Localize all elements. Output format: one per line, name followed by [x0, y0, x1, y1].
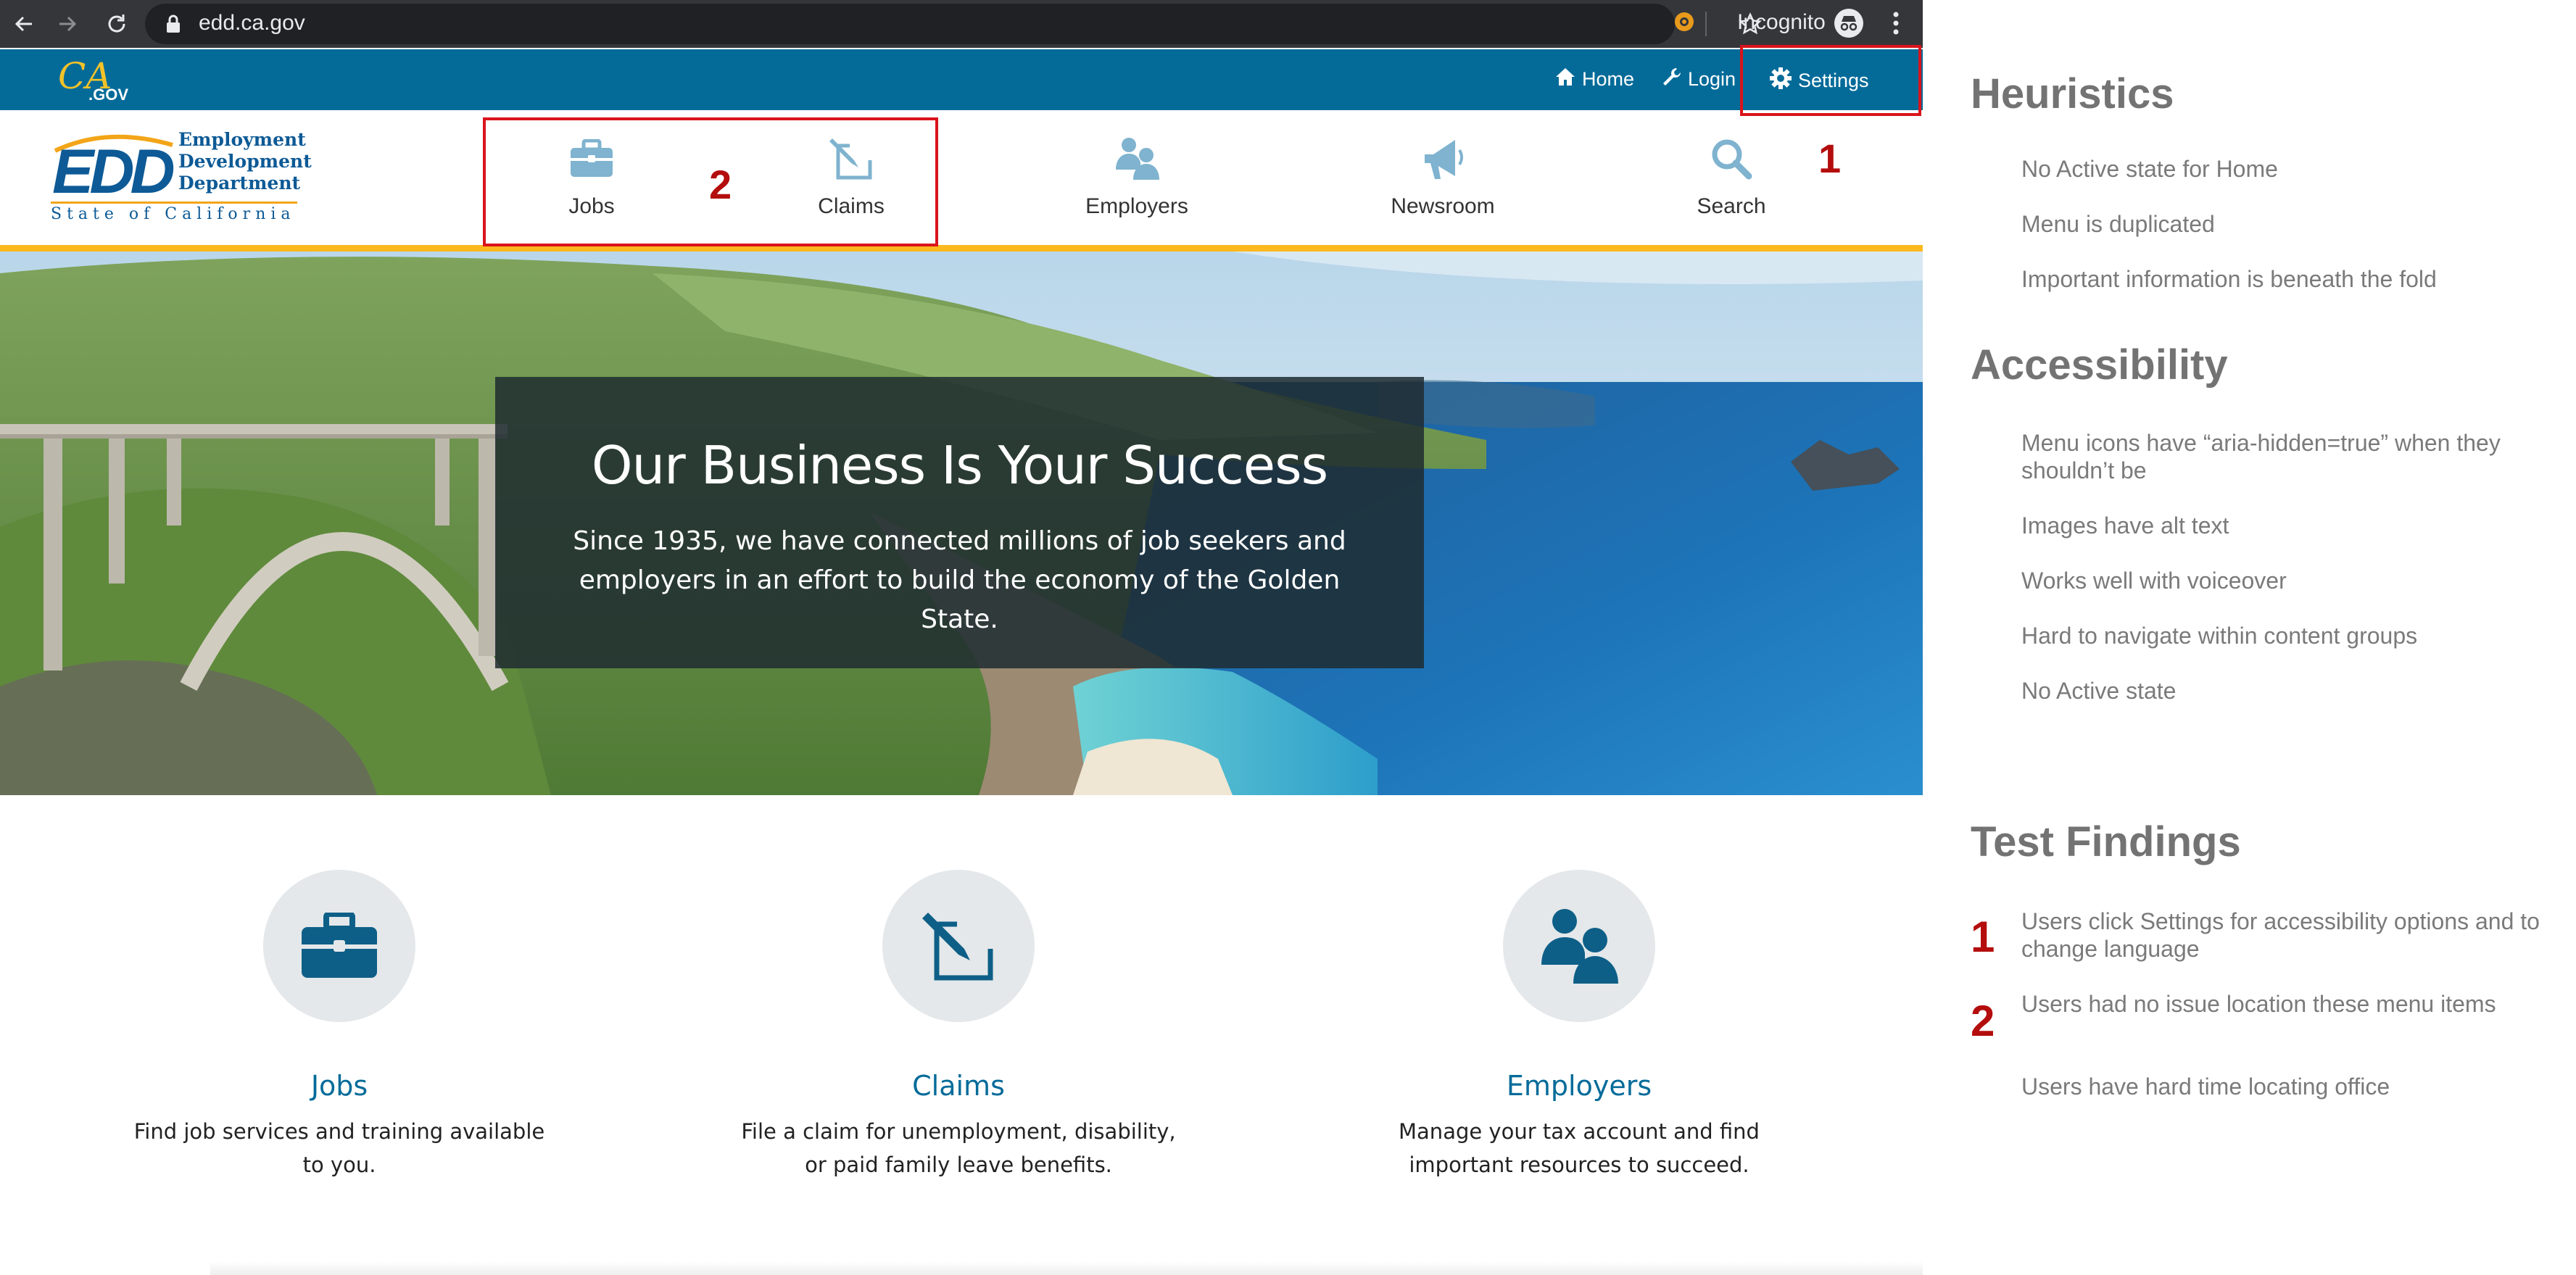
url-text: edd.ca.gov — [199, 11, 305, 35]
people-icon — [1503, 870, 1655, 1022]
card-employers[interactable]: Employers Manage your tax account and fi… — [1347, 870, 1811, 1181]
finding-number: 2 — [1971, 997, 1995, 1045]
annotation-marker-1: 1 — [1818, 136, 1842, 181]
card-jobs[interactable]: Jobs Find job services and training avai… — [107, 870, 571, 1181]
forward-icon[interactable] — [49, 6, 86, 42]
nav-item-newsroom[interactable]: Newsroom — [1370, 133, 1515, 228]
finding-item: Users had no issue location these menu i… — [2021, 991, 2496, 1017]
heuristics-item: No Active state for Home — [2021, 156, 2278, 182]
heuristics-item: Menu is duplicated — [2021, 211, 2215, 237]
heuristics-heading: Heuristics — [1971, 70, 2174, 117]
header-accent-line — [0, 245, 1923, 252]
card-title-jobs[interactable]: Jobs — [107, 1070, 571, 1102]
svg-text:EDD: EDD — [52, 137, 173, 202]
annotation-box-settings — [1740, 45, 1921, 116]
finding-item: Users click Settings for accessibility o… — [2021, 908, 2540, 962]
nav-label-search: Search — [1697, 194, 1766, 218]
annotation-marker-2: 2 — [709, 162, 732, 207]
people-icon — [1111, 133, 1162, 184]
edd-logo[interactable]: EDD Employment Development Department St… — [49, 129, 312, 225]
card-text-claims: File a claim for unemployment, disabilit… — [741, 1119, 1176, 1177]
login-link-label: Login — [1688, 68, 1736, 90]
browser-toolbar: edd.ca.gov Incognito — [0, 0, 1923, 48]
incognito-icon[interactable] — [1834, 9, 1863, 38]
card-claims[interactable]: Claims File a claim for unemployment, di… — [726, 870, 1190, 1181]
logo-state: State of California — [51, 202, 297, 223]
card-title-employers[interactable]: Employers — [1347, 1070, 1811, 1102]
finding-item: Users have hard time locating office — [2021, 1073, 2390, 1100]
svg-text:.GOV: .GOV — [88, 86, 128, 104]
hero-banner: Our Business Is Your Success Since 1935,… — [0, 252, 1923, 795]
extension-icon[interactable] — [1672, 9, 1697, 38]
finding-number: 1 — [1971, 913, 1995, 961]
nav-item-search[interactable]: Search — [1659, 133, 1804, 228]
search-icon — [1706, 133, 1757, 184]
accessibility-item: Menu icons have “aria-hidden=true” when … — [2021, 430, 2501, 483]
ca-gov-logo[interactable]: CA .GOV — [57, 55, 129, 104]
browser-menu-icon[interactable] — [1885, 9, 1907, 38]
hero-text: Since 1935, we have connected millions o… — [573, 526, 1346, 634]
pencil-square-icon — [882, 870, 1035, 1022]
logo-line-2: Development — [178, 151, 312, 172]
home-icon — [1554, 67, 1576, 92]
card-text-employers: Manage your tax account and find importa… — [1399, 1119, 1760, 1177]
address-bar[interactable]: edd.ca.gov — [145, 4, 1762, 44]
logo-line-3: Department — [178, 173, 301, 194]
hero-caption: Our Business Is Your Success Since 1935,… — [495, 377, 1424, 668]
hero-title: Our Business Is Your Success — [591, 435, 1328, 496]
nav-label-newsroom: Newsroom — [1391, 194, 1495, 218]
heuristics-item: Important information is beneath the fol… — [2021, 266, 2437, 292]
toolbar-divider — [1705, 12, 1707, 36]
accessibility-item: No Active state — [2021, 678, 2177, 704]
megaphone-icon — [1417, 133, 1468, 184]
nav-label-employers: Employers — [1085, 194, 1188, 218]
wrench-icon — [1662, 67, 1682, 92]
home-link[interactable]: Home — [1554, 67, 1634, 92]
site-header: EDD Employment Development Department St… — [0, 110, 1923, 245]
findings-heading: Test Findings — [1971, 818, 2241, 865]
logo-words: Employment Development Department — [178, 129, 312, 194]
accessibility-heading: Accessibility — [1971, 341, 2228, 389]
accessibility-item: Hard to navigate within content groups — [2021, 623, 2418, 649]
footer-shadow — [210, 1261, 1923, 1275]
card-title-claims[interactable]: Claims — [726, 1070, 1190, 1102]
briefcase-icon — [263, 870, 415, 1022]
reload-icon[interactable] — [99, 6, 135, 42]
accessibility-item: Works well with voiceover — [2021, 568, 2287, 594]
nav-item-employers[interactable]: Employers — [1064, 133, 1209, 228]
incognito-label: Incognito — [1737, 10, 1826, 34]
card-text-jobs: Find job services and training available… — [133, 1119, 545, 1177]
back-icon[interactable] — [6, 6, 42, 42]
logo-line-1: Employment — [178, 129, 306, 150]
lock-icon — [165, 14, 181, 38]
accessibility-item: Images have alt text — [2021, 512, 2229, 539]
login-link[interactable]: Login — [1662, 67, 1736, 92]
home-link-label: Home — [1582, 68, 1635, 90]
utility-bar: CA .GOV Home Login Settings — [0, 49, 1923, 110]
